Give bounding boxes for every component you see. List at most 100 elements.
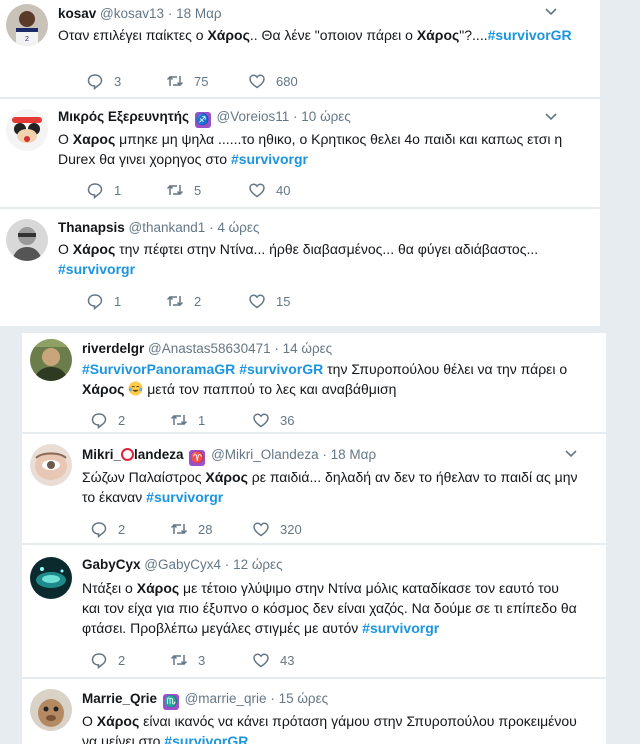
display-name[interactable]: riverdelgr	[82, 341, 144, 356]
tweet-card[interactable]: GabyCyx @GabyCyx4 · 12 ώρες Ντάξει ο Χάρ…	[20, 545, 606, 678]
tweet-text: #SurvivorPanoramaGR #survivorGR την Σπυρ…	[82, 361, 568, 397]
user-handle[interactable]: @Mikri_Olandeza	[211, 447, 319, 462]
tweet-header: Thanapsis @thankand1 · 4 ώρες	[58, 220, 259, 235]
hashtag-link[interactable]: #survivorgr	[231, 151, 308, 167]
reply-button[interactable]: 2	[90, 410, 125, 430]
avatar[interactable]	[6, 109, 48, 151]
reply-button[interactable]: 1	[86, 180, 121, 200]
like-count: 320	[280, 521, 302, 537]
user-handle[interactable]: @thankand1	[129, 220, 206, 235]
retweet-button[interactable]: 5	[166, 180, 201, 200]
retweet-button[interactable]: 1	[170, 410, 205, 430]
user-handle[interactable]: @GabyCyx4	[144, 557, 221, 572]
hashtag-link[interactable]: #survivorGR	[488, 27, 572, 43]
separator-dot: ·	[167, 6, 173, 21]
tweet-header: Mikri_ landeza ♈ @Mikri_Olandeza · 18 Μαρ	[82, 447, 376, 466]
chevron-down-icon[interactable]	[542, 2, 560, 20]
tweet-card[interactable]: 2 kosav @kosav13 · 18 Μαρ Οταν επιλέγει …	[0, 0, 600, 98]
hashtag-link[interactable]: #survivorGR	[164, 733, 248, 744]
tweet-card[interactable]: Mikri_ landeza ♈ @Mikri_Olandeza · 18 Μαρ…	[20, 434, 606, 544]
retweet-icon	[170, 414, 188, 426]
separator-dot: ·	[209, 220, 214, 235]
tweet-text: Ντάξει ο Χάρος με τέτοιο γλύψιμο στην Ντ…	[82, 580, 577, 636]
retweet-button[interactable]: 28	[170, 519, 212, 539]
hashtag-link[interactable]: #survivorgr	[58, 261, 135, 277]
reply-count: 1	[114, 182, 122, 198]
timestamp[interactable]: 15 ώρες	[279, 691, 329, 706]
like-button[interactable]: 15	[248, 291, 290, 311]
display-name[interactable]: GabyCyx	[82, 557, 141, 572]
timestamp[interactable]: 18 Μαρ	[176, 6, 222, 21]
tweet-card[interactable]: Marrie_Qrie ♏ @marrie_qrie · 15 ώρες Ο Χ…	[20, 679, 606, 744]
retweet-button[interactable]: 75	[166, 71, 208, 91]
reply-button[interactable]: 1	[86, 291, 121, 311]
reply-icon	[87, 294, 103, 310]
heart-icon	[249, 294, 265, 309]
reply-button[interactable]: 2	[90, 519, 125, 539]
like-button[interactable]: 36	[252, 410, 294, 430]
user-handle[interactable]: @Voreios11	[217, 109, 290, 124]
timestamp[interactable]: 18 Μαρ	[331, 447, 377, 462]
heart-icon	[253, 653, 269, 668]
display-name[interactable]: Mikri_ landeza	[82, 447, 184, 462]
like-count: 680	[276, 73, 298, 89]
user-handle[interactable]: @marrie_qrie	[185, 691, 267, 706]
like-button[interactable]: 40	[248, 180, 290, 200]
reply-count: 2	[118, 521, 126, 537]
tweet-card[interactable]: Μικρός Εξερευνητής ♐ @Voreios11 · 10 ώρε…	[0, 99, 600, 208]
like-count: 15	[276, 293, 291, 309]
reply-count: 2	[118, 652, 126, 668]
tweet-card[interactable]: riverdelgr @Anastas58630471 · 14 ώρες #S…	[20, 333, 606, 433]
tweet-header: kosav @kosav13 · 18 Μαρ	[58, 6, 222, 21]
avatar[interactable]	[30, 557, 72, 599]
zodiac-scorpio-icon: ♏	[162, 694, 179, 710]
retweet-icon	[166, 295, 184, 307]
display-name[interactable]: Thanapsis	[58, 220, 125, 235]
zodiac-aries-icon: ♈	[189, 450, 206, 466]
display-name-start: Mikri_	[82, 447, 122, 462]
retweet-count: 2	[194, 293, 202, 309]
timestamp[interactable]: 12 ώρες	[233, 557, 283, 572]
retweet-count: 5	[194, 182, 202, 198]
tweet-feed: 2 kosav @kosav13 · 18 Μαρ Οταν επιλέγει …	[0, 0, 640, 744]
like-button[interactable]: 680	[248, 71, 298, 91]
reply-icon	[91, 653, 107, 669]
hashtag-link[interactable]: #survivorgr	[362, 620, 439, 636]
retweet-count: 3	[198, 652, 206, 668]
timestamp[interactable]: 14 ώρες	[283, 341, 333, 356]
avatar[interactable]	[30, 689, 72, 731]
hashtag-link[interactable]: #SurvivorPanoramaGR	[82, 361, 235, 377]
retweet-button[interactable]: 2	[166, 291, 201, 311]
retweet-icon	[170, 654, 188, 666]
reply-icon	[91, 522, 107, 538]
highlighted-keyword: Χάρος	[72, 241, 116, 257]
reply-icon	[91, 413, 107, 429]
hashtag-link[interactable]: #survivorGR	[239, 361, 323, 377]
timestamp[interactable]: 4 ώρες	[217, 220, 259, 235]
chevron-down-icon[interactable]	[542, 107, 560, 125]
hashtag-link[interactable]: #survivorgr	[146, 489, 223, 505]
highlighted-keyword: Χάρος	[136, 580, 180, 596]
separator-dot: ·	[224, 557, 230, 572]
display-name[interactable]: Μικρός Εξερευνητής	[58, 109, 189, 124]
display-name[interactable]: kosav	[58, 6, 96, 21]
reply-count: 2	[118, 412, 126, 428]
reply-button[interactable]: 2	[90, 650, 125, 670]
retweet-button[interactable]: 3	[170, 650, 205, 670]
highlighted-keyword: Χάρος	[205, 469, 248, 485]
reply-button[interactable]: 3	[86, 71, 121, 91]
tweet-header: Μικρός Εξερευνητής ♐ @Voreios11 · 10 ώρε…	[58, 109, 351, 128]
chevron-down-icon[interactable]	[562, 444, 580, 462]
tweet-card[interactable]: Thanapsis @thankand1 · 4 ώρες Ο Χάρος τη…	[0, 209, 600, 327]
avatar[interactable]	[30, 339, 72, 381]
like-button[interactable]: 43	[252, 650, 294, 670]
avatar[interactable]	[30, 444, 72, 486]
display-name[interactable]: Marrie_Qrie	[82, 691, 157, 706]
timestamp[interactable]: 10 ώρες	[301, 109, 351, 124]
avatar[interactable]: 2	[6, 4, 48, 46]
user-handle[interactable]: @kosav13	[100, 6, 164, 21]
retweet-icon	[166, 184, 184, 196]
avatar[interactable]	[6, 219, 48, 261]
like-button[interactable]: 320	[252, 519, 302, 539]
user-handle[interactable]: @Anastas58630471	[148, 341, 271, 356]
